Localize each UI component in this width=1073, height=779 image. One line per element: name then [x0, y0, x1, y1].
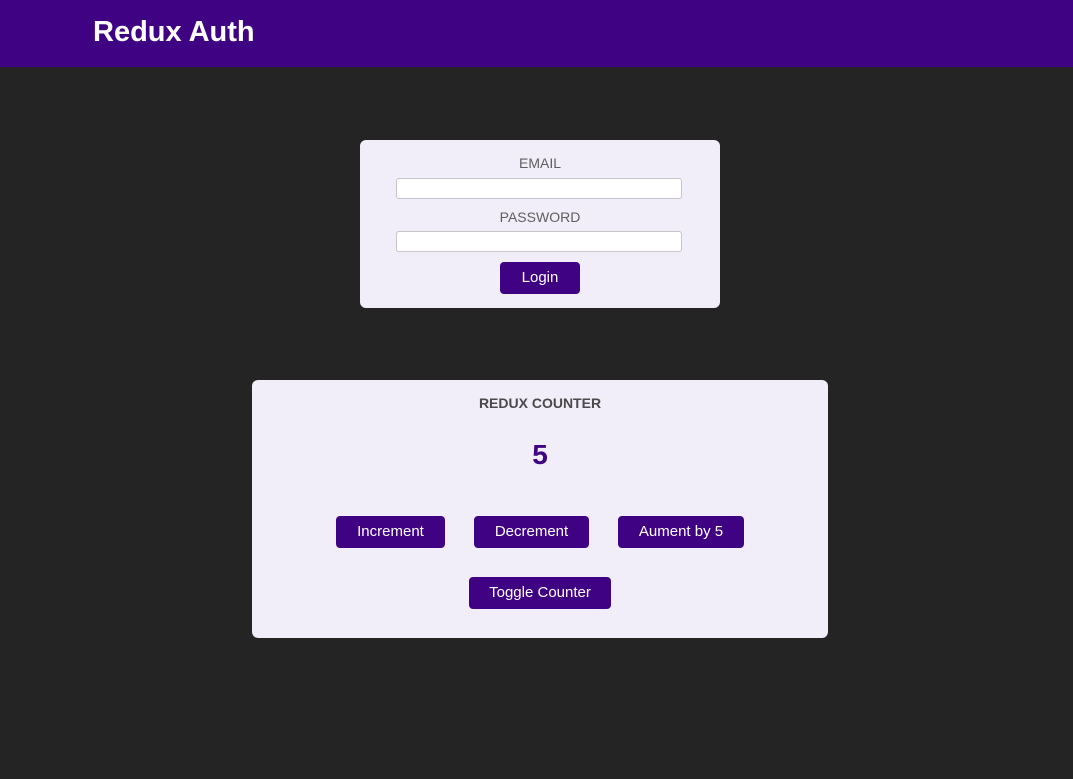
increase-by-5-button[interactable]: Aument by 5: [618, 516, 744, 548]
increment-button[interactable]: Increment: [336, 516, 445, 548]
password-field[interactable]: [396, 231, 682, 252]
app-title: Redux Auth: [93, 16, 255, 48]
toggle-counter-button[interactable]: Toggle Counter: [469, 577, 611, 609]
login-button[interactable]: Login: [500, 262, 580, 294]
app-header: Redux Auth: [0, 0, 1073, 67]
counter-card: Redux Counter 5 Increment Decrement Aume…: [252, 380, 828, 638]
password-label: PASSWORD: [499, 209, 581, 225]
counter-value: 5: [532, 439, 548, 470]
email-field[interactable]: [396, 178, 682, 199]
login-card: EMAIL PASSWORD Login: [360, 140, 720, 308]
counter-heading: Redux Counter: [478, 395, 602, 411]
email-label: EMAIL: [518, 155, 561, 171]
decrement-button[interactable]: Decrement: [474, 516, 589, 548]
